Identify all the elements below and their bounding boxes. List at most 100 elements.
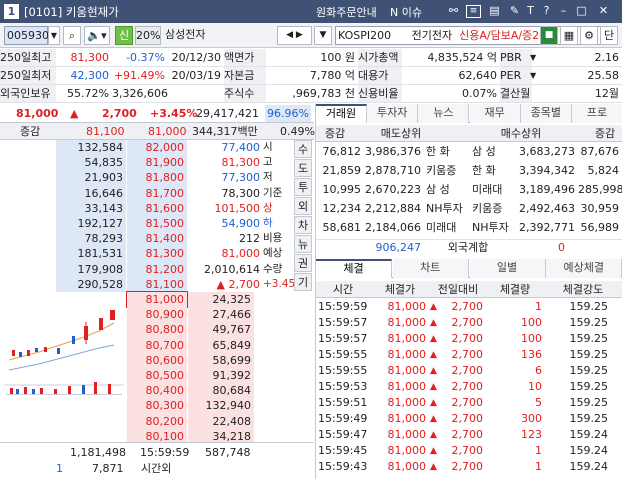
- side-tab[interactable]: 뉴: [294, 235, 312, 253]
- after-count-1: 1: [56, 462, 63, 475]
- tab-0[interactable]: 거래원: [316, 104, 367, 123]
- bid-price[interactable]: 81,000: [126, 290, 188, 309]
- bid-price[interactable]: 80,300: [127, 398, 187, 414]
- bid-qty: 24,325: [188, 292, 254, 308]
- green-square-icon[interactable]: ■: [540, 26, 558, 45]
- up-arrow-icon: ▲: [430, 318, 437, 328]
- speaker-icon[interactable]: 🔈▾: [84, 26, 110, 45]
- ask-price[interactable]: 81,400: [127, 231, 187, 247]
- mini-chart: [4, 310, 124, 395]
- tab-1[interactable]: 투자자: [367, 104, 419, 123]
- bid-price[interactable]: 80,400: [127, 383, 187, 399]
- ask-price[interactable]: 81,300: [127, 246, 187, 262]
- trade-qty: 100: [521, 332, 542, 345]
- change-rate: +3.45%: [150, 107, 198, 120]
- down-icon[interactable]: ▼: [314, 26, 332, 45]
- ask-price[interactable]: 81,900: [127, 155, 187, 171]
- side-tab[interactable]: 수: [294, 140, 312, 158]
- news-issue-link[interactable]: N 이슈: [390, 4, 422, 20]
- trade-strength: 159.25: [569, 316, 609, 329]
- code-dropdown-icon[interactable]: ▼: [48, 26, 60, 45]
- bid-price[interactable]: 80,700: [127, 337, 187, 353]
- trade-time: 15:59:55: [318, 348, 368, 361]
- window-title: [0101] 키움현재가: [24, 5, 119, 19]
- title-bar: 1 [0101] 키움현재가 원화주문안내 N 이슈 ⚯ ≡ ▤ ✎ T ? –…: [0, 0, 622, 23]
- info-a-date: [168, 85, 224, 102]
- tab-5[interactable]: 프로: [572, 104, 622, 123]
- krw-order-link[interactable]: 원화주문안내: [316, 4, 377, 20]
- search-icon[interactable]: ⌕: [63, 26, 81, 45]
- ask-price[interactable]: 81,800: [127, 170, 187, 186]
- dropdown-icon[interactable]: ▼: [530, 67, 536, 84]
- side-tab[interactable]: 외: [294, 197, 312, 215]
- ask-price[interactable]: 82,000: [127, 140, 187, 156]
- mid-info-value: 78,300: [221, 186, 261, 200]
- link-icon[interactable]: ⚯: [446, 3, 461, 19]
- trade-qty: 6: [535, 364, 542, 377]
- bid-price[interactable]: 80,500: [127, 368, 187, 384]
- gear-icon[interactable]: ⚙: [580, 26, 598, 45]
- trade-tab-1[interactable]: 차트: [392, 259, 469, 278]
- help-icon[interactable]: ?: [539, 3, 554, 19]
- trade-strength: 159.24: [569, 444, 609, 457]
- info-d-value: 25.58: [587, 69, 620, 82]
- ask-price[interactable]: 81,500: [127, 216, 187, 232]
- trade-time: 15:59:57: [318, 316, 368, 329]
- close-icon[interactable]: ✕: [596, 3, 611, 19]
- bid-price[interactable]: 80,200: [127, 413, 187, 429]
- font-size-icon[interactable]: T: [523, 3, 538, 19]
- trade-row: 15:59:53 81,000 ▲ 2,700 10 159.25: [316, 379, 622, 395]
- tab-4[interactable]: 종목별: [520, 104, 572, 123]
- bid-price[interactable]: 80,600: [127, 352, 187, 369]
- broker-s-name: 미래대: [426, 221, 457, 234]
- bid-price[interactable]: 80,800: [127, 322, 187, 338]
- bid-qty: 65,849: [188, 337, 254, 353]
- ask-qty: 132,584: [56, 140, 126, 156]
- minimize-icon[interactable]: –: [556, 3, 571, 19]
- volume-ratio: 96.96%: [265, 105, 311, 122]
- volume: 29,417,421: [196, 107, 259, 120]
- toolbar: 005930 ▼ ⌕ 🔈▾ 신 20% 삼성전자 ◀ ▶ ▼ KOSPI200 …: [0, 23, 622, 48]
- stock-code-input[interactable]: 005930: [4, 26, 49, 45]
- trade-tab-0[interactable]: 체결: [316, 259, 392, 278]
- trade-time: 15:59:59: [318, 300, 368, 313]
- grid-icon[interactable]: ▦: [560, 26, 578, 45]
- mid-info-label: 예상: [263, 247, 283, 260]
- print-icon[interactable]: ▤: [487, 3, 502, 19]
- broker-s-qty: 2,670,223: [365, 183, 421, 196]
- ask-price[interactable]: 81,100: [127, 276, 187, 293]
- screen-id-icon[interactable]: ≡: [466, 5, 481, 18]
- single-button[interactable]: 단: [600, 26, 618, 45]
- maximize-icon[interactable]: □: [574, 3, 589, 19]
- broker-b-chg: 56,989: [580, 221, 620, 234]
- dropdown-icon[interactable]: ▼: [530, 49, 536, 66]
- trade-strength: 159.24: [569, 428, 609, 441]
- broker-s-qty: 2,878,710: [365, 164, 421, 177]
- side-tab[interactable]: 기: [294, 273, 312, 291]
- ask-price[interactable]: 81,600: [127, 200, 187, 217]
- trade-tab-2[interactable]: 일별: [469, 259, 546, 278]
- bid-qty: 132,940: [188, 398, 254, 414]
- trade-time: 15:59:47: [318, 428, 368, 441]
- broker-tabs: 거래원 투자자 뉴스 재무 종목별 프로: [316, 104, 622, 123]
- trade-tab-3[interactable]: 예상체결: [546, 259, 622, 278]
- side-tab[interactable]: 투: [294, 178, 312, 196]
- bid-qty: 91,392: [188, 368, 254, 384]
- info-toggle-button[interactable]: ◀ ▶: [277, 26, 312, 45]
- pin-icon[interactable]: ✎: [507, 3, 522, 19]
- side-tab[interactable]: 권: [294, 254, 312, 272]
- tab-3[interactable]: 재무: [469, 104, 521, 123]
- side-tab[interactable]: 도: [294, 159, 312, 177]
- right-panel: 거래원 투자자 뉴스 재무 종목별 프로 증감 매도상위 매수상위 증감 76,812 3,986,3…: [315, 104, 622, 479]
- bid-price[interactable]: 80,900: [127, 307, 187, 323]
- info-b-value: 100 원: [320, 51, 355, 64]
- ask-price[interactable]: 81,200: [127, 261, 187, 277]
- broker-s-chg: 10,995: [322, 183, 362, 196]
- ask-price[interactable]: 81,700: [127, 185, 187, 201]
- broker-b-chg: 285,998: [578, 183, 622, 196]
- tab-2[interactable]: 뉴스: [418, 104, 470, 123]
- broker-b-name: 삼 성: [472, 145, 496, 158]
- side-tab[interactable]: 차: [294, 216, 312, 234]
- mid-info-label: 수량: [263, 262, 283, 275]
- ask-qty: 179,908: [56, 261, 126, 277]
